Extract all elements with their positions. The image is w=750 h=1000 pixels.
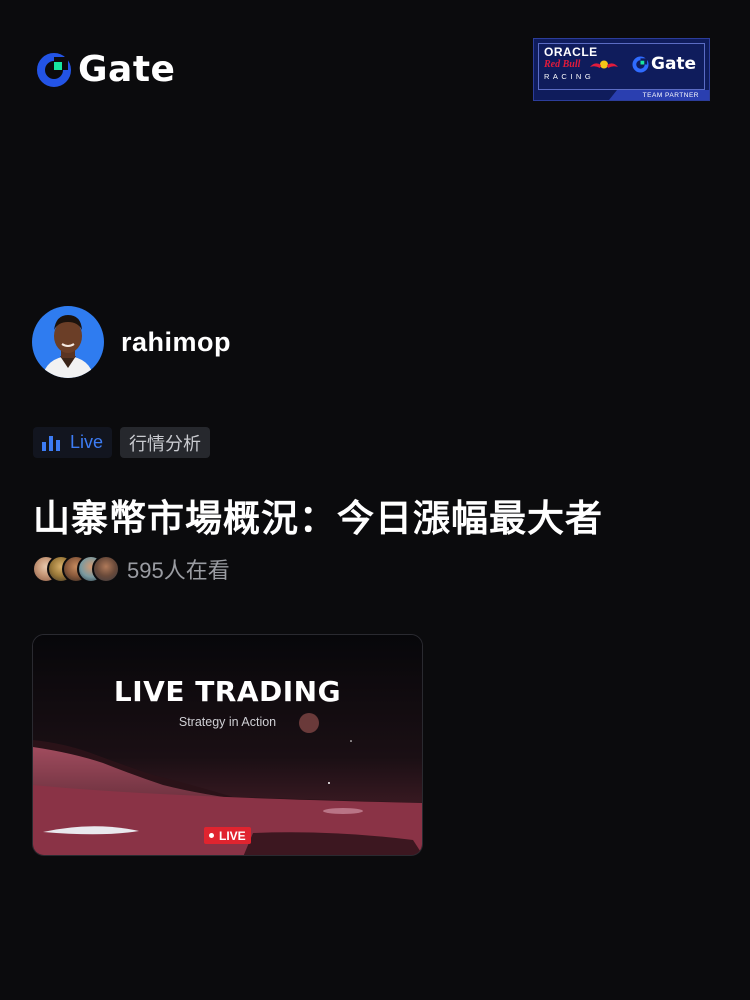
category-tag-label: 行情分析 (129, 433, 202, 454)
tag-row: Live 行情分析 (33, 427, 211, 458)
partner-gate-logo: Gate (632, 54, 696, 74)
avatar-image (32, 306, 104, 378)
redbull-text: Red Bull (544, 59, 581, 70)
gate-logo-icon (37, 53, 71, 87)
username[interactable]: rahimop (121, 327, 231, 358)
partner-badge: ORACLE Red Bull RACING Gate TEAM PARTNER (533, 38, 710, 101)
red-bull-icon (590, 60, 618, 69)
live-video-card[interactable]: LIVE TRADING Strategy in Action LIVE (32, 634, 423, 856)
live-badge: LIVE (204, 827, 251, 844)
post-title: 山寨幣市場概況：今日漲幅最大者 (33, 497, 603, 540)
viewer-avatar (92, 555, 120, 583)
racing-text: RACING (544, 72, 595, 81)
avatar[interactable] (32, 306, 104, 378)
category-tag[interactable]: 行情分析 (120, 427, 211, 458)
video-headline: LIVE TRADING (113, 675, 342, 708)
viewer-row: 595人在看 (32, 553, 230, 585)
live-tag[interactable]: Live (33, 427, 113, 458)
author-row[interactable]: rahimop (32, 306, 231, 378)
live-badge-label: LIVE (219, 828, 246, 843)
team-partner-caption: TEAM PARTNER (642, 92, 699, 99)
viewer-count: 595人在看 (127, 558, 230, 583)
video-subtitle: Strategy in Action (178, 715, 277, 729)
oracle-text: ORACLE (544, 45, 598, 59)
gate-logo-icon (632, 55, 649, 73)
gate-logo[interactable]: Gate (36, 50, 175, 90)
live-bars-icon (42, 435, 60, 451)
partner-gate-text: Gate (651, 54, 697, 74)
live-tag-label: Live (70, 432, 104, 452)
video-thumbnail (33, 635, 422, 855)
viewer-avatars (32, 555, 120, 583)
live-dot-icon (209, 833, 214, 838)
brand-name: Gate (78, 49, 176, 90)
